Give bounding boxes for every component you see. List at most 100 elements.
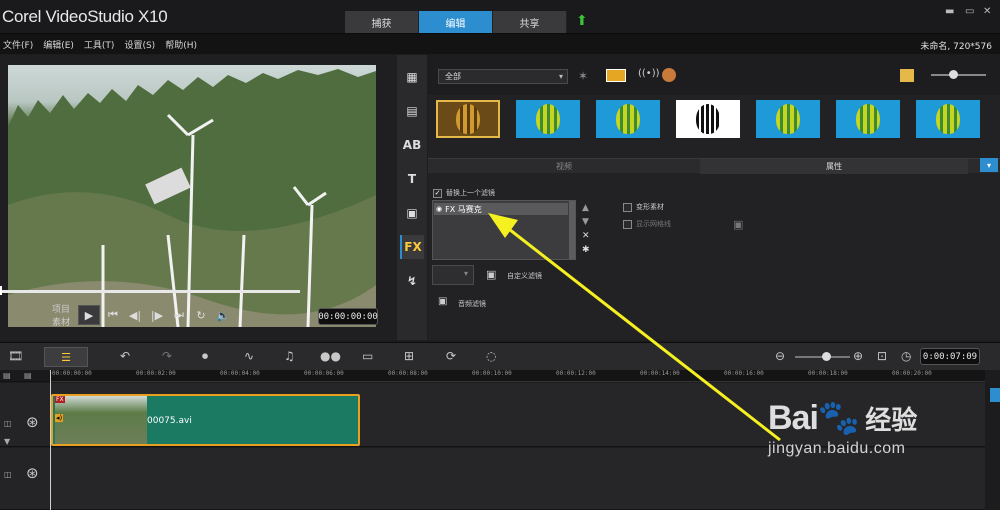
- workspace-tabs: 捕获 编辑 共享: [345, 11, 567, 33]
- subtitle-editor-icon[interactable]: ▭: [362, 349, 373, 363]
- custom-filter-label[interactable]: 自定义滤镜: [507, 271, 542, 281]
- expand-track-icon[interactable]: ▼: [4, 437, 10, 446]
- play-icon[interactable]: ▶: [78, 305, 100, 325]
- storyboard-view-icon[interactable]: 🎞: [8, 349, 23, 363]
- preview-scrubber[interactable]: [0, 290, 300, 293]
- remove-filter-icon[interactable]: ✕: [582, 231, 590, 241]
- fx-filter-icon[interactable]: FX: [400, 235, 424, 259]
- auto-music-icon[interactable]: ♫: [284, 349, 295, 363]
- audio-filter-icon[interactable]: ((•)): [638, 68, 660, 79]
- home-icon[interactable]: ⏮: [104, 305, 122, 325]
- end-icon[interactable]: ⏭: [170, 305, 188, 325]
- path-icon[interactable]: ↯: [400, 269, 424, 293]
- replace-filter-option[interactable]: ✓ 替换上一个滤镜: [433, 188, 495, 198]
- instant-project-icon[interactable]: ▤: [400, 99, 424, 123]
- menu-settings[interactable]: 设置(S): [121, 38, 162, 51]
- next-frame-icon[interactable]: |▶: [148, 305, 166, 325]
- eye-icon[interactable]: ◉: [436, 205, 442, 213]
- category-dropdown[interactable]: 全部 ▾: [438, 69, 568, 84]
- show-grid-option[interactable]: 显示网格线: [623, 219, 671, 229]
- scrubber-handle[interactable]: [0, 286, 2, 295]
- video-clip[interactable]: FX ◂) 00075.avi: [51, 394, 360, 446]
- thumb-size-knob[interactable]: [949, 70, 958, 79]
- tab-video[interactable]: 视频: [556, 161, 572, 172]
- audio-filter-btn-icon[interactable]: ▣: [438, 296, 447, 307]
- distort-clip-option[interactable]: 变形素材: [623, 202, 664, 212]
- redo-icon[interactable]: ↷: [162, 349, 172, 363]
- custom-filter-icon[interactable]: ▣: [486, 268, 496, 281]
- tab-attribute[interactable]: 属性: [826, 161, 842, 172]
- zoom-knob[interactable]: [822, 352, 831, 361]
- title-icon[interactable]: T: [400, 167, 424, 191]
- mode-project[interactable]: 项目: [52, 304, 70, 317]
- repeat-icon[interactable]: ↻: [192, 305, 210, 325]
- video-track-head: ◫ ⊛ ▼: [0, 383, 50, 447]
- filter-thumb[interactable]: [676, 100, 740, 138]
- distort-clip-checkbox[interactable]: [623, 202, 632, 212]
- zoom-out-icon[interactable]: ⊖: [775, 349, 785, 363]
- video-filter-icon[interactable]: [606, 69, 626, 82]
- timeline-timecode[interactable]: 0:00:07:09: [920, 348, 980, 365]
- menu-tools[interactable]: 工具(T): [81, 38, 122, 51]
- maximize-icon[interactable]: ▭: [965, 6, 974, 17]
- upload-icon[interactable]: ⬆: [576, 13, 588, 29]
- tab-edit[interactable]: 编辑: [419, 11, 493, 33]
- filter-thumb[interactable]: [596, 100, 660, 138]
- remove-all-icon[interactable]: ✱: [582, 245, 590, 255]
- mode-labels: 项目 素材: [52, 304, 70, 330]
- fit-project-icon[interactable]: ⊡: [877, 349, 887, 363]
- side-badge-icon[interactable]: [990, 388, 1000, 402]
- list-view-icon[interactable]: [900, 69, 914, 82]
- favorite-icon[interactable]: ✶: [578, 69, 588, 83]
- filter-thumb[interactable]: [516, 100, 580, 138]
- motion-tracking-icon[interactable]: ●●: [320, 349, 341, 363]
- filter-thumb[interactable]: [916, 100, 980, 138]
- media-icon[interactable]: ▦: [400, 65, 424, 89]
- grid-settings-icon[interactable]: ▣: [733, 218, 743, 231]
- track-visibility-icon[interactable]: ◫: [4, 419, 12, 428]
- collapse-options-button[interactable]: ▾: [980, 158, 998, 172]
- mode-clip[interactable]: 素材: [52, 317, 70, 330]
- show-grid-checkbox[interactable]: [623, 219, 632, 229]
- filter-thumb[interactable]: [836, 100, 900, 138]
- menu-help[interactable]: 帮助(H): [162, 38, 204, 51]
- watermark-url: jingyan.baidu.com: [768, 440, 906, 457]
- timeline-view-icon[interactable]: ☰: [44, 347, 88, 367]
- filter-thumb[interactable]: [436, 100, 500, 138]
- replace-filter-checkbox[interactable]: ✓: [433, 188, 442, 198]
- sound-mixer-icon[interactable]: ∿: [244, 349, 254, 363]
- clip-name: 00075.avi: [147, 416, 192, 426]
- chapter-icon[interactable]: ▤: [24, 371, 32, 380]
- track-manager-icon[interactable]: ▤: [3, 371, 11, 380]
- minimize-icon[interactable]: ▬: [945, 6, 954, 17]
- transition-icon[interactable]: AB: [400, 133, 424, 157]
- filter-list-scrollbar[interactable]: [569, 201, 575, 259]
- menu-file[interactable]: 文件(F): [0, 38, 40, 51]
- tab-capture[interactable]: 捕获: [345, 11, 419, 33]
- applied-filter-item[interactable]: ◉ FX 马赛克: [434, 203, 568, 215]
- track-visibility-icon[interactable]: ◫: [4, 470, 12, 479]
- timeline-ruler[interactable]: 00:00:00:00 00:00:02:00 00:00:04:00 00:0…: [50, 370, 985, 382]
- prev-frame-icon[interactable]: ◀|: [126, 305, 144, 325]
- menu-edit[interactable]: 编辑(E): [40, 38, 81, 51]
- time-remap-icon[interactable]: ⟳: [446, 349, 456, 363]
- audio-filter-label[interactable]: 音频滤镜: [458, 299, 486, 309]
- tab-share[interactable]: 共享: [493, 11, 567, 33]
- preset-dropdown[interactable]: ▾: [432, 265, 474, 285]
- audio-icon: ◂): [55, 414, 64, 422]
- record-capture-icon[interactable]: ⏺: [202, 349, 208, 364]
- sort-icon[interactable]: [662, 68, 676, 82]
- undo-icon[interactable]: ↶: [120, 349, 130, 363]
- filter-thumb[interactable]: [756, 100, 820, 138]
- zoom-in-icon[interactable]: ⊕: [853, 349, 863, 363]
- multi-camera-icon[interactable]: ⊞: [404, 349, 414, 363]
- playhead[interactable]: [50, 370, 51, 510]
- mask-creator-icon[interactable]: ◌: [486, 349, 496, 363]
- graphics-icon[interactable]: ▣: [400, 201, 424, 225]
- move-up-icon[interactable]: ▲: [582, 203, 589, 213]
- thumb-size-slider[interactable]: [931, 74, 986, 76]
- preview-timecode[interactable]: 00:00:00:00: [318, 308, 378, 325]
- volume-icon[interactable]: 🔈: [214, 305, 232, 325]
- move-down-icon[interactable]: ▼: [582, 217, 589, 227]
- close-icon[interactable]: ✕: [983, 6, 991, 17]
